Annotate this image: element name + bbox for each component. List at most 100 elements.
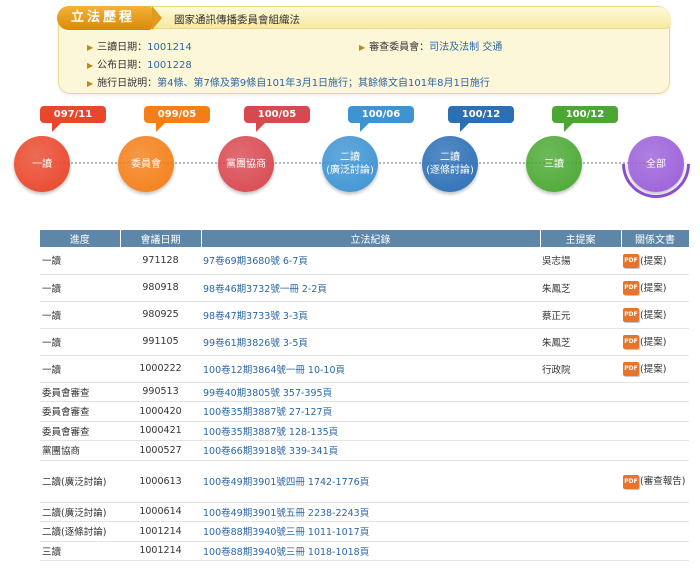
doc-link[interactable]: (提案)	[640, 310, 666, 321]
cell-record-link[interactable]: 100卷12期3864號一冊 10-10頁	[201, 355, 540, 383]
cell-proposer	[540, 440, 621, 461]
cell-record-link[interactable]: 98卷46期3732號一冊 2-2頁	[201, 274, 540, 302]
arrow-right-icon: ▶	[87, 79, 94, 88]
doc-link[interactable]: (審查報告)	[640, 476, 685, 487]
cell-record-link[interactable]: 99卷40期3805號 357-395頁	[201, 382, 540, 402]
cell-date: 1000421	[120, 421, 201, 441]
cell-progress: 委員會審查	[40, 401, 120, 422]
committee-row: ▶ 審查委員會：司法及法制 交通	[359, 42, 503, 53]
arrow-right-icon: ▶	[87, 61, 94, 70]
cell-docs	[621, 541, 689, 561]
cell-proposer: 行政院	[540, 355, 621, 383]
cell-date: 1000420	[120, 401, 201, 422]
table-row: 一讀 1000222 100卷12期3864號一冊 10-10頁 行政院 PDF (提案)	[40, 355, 689, 383]
table-row: 委員會審查 990513 99卷40期3805號 357-395頁	[40, 382, 689, 402]
cell-record-link[interactable]: 100卷88期3940號三冊 1018-1018頁	[201, 541, 540, 561]
cell-progress: 一讀	[40, 274, 120, 302]
cell-progress: 二讀(逐條討論)	[40, 521, 120, 542]
cell-progress: 一讀	[40, 355, 120, 383]
cell-proposer	[540, 421, 621, 441]
timeline-stage-circle[interactable]: 二讀 (廣泛討論)	[322, 136, 378, 192]
timeline-stage-label: 三讀	[544, 158, 564, 170]
timeline-stage-circle[interactable]: 委員會	[118, 136, 174, 192]
timeline-stage-label: 二讀 (逐條討論)	[426, 152, 474, 176]
table-header-row: 進度 會議日期 立法紀錄 主提案 關係文書	[40, 230, 690, 247]
timeline-stage-circle[interactable]: 二讀 (逐條討論)	[422, 136, 478, 192]
cell-date: 980925	[120, 301, 201, 329]
doc-link[interactable]: (提案)	[640, 283, 666, 294]
pdf-icon[interactable]: PDF	[623, 308, 639, 323]
table-row: 委員會審查 1000421 100卷35期3887號 128-135頁	[40, 421, 689, 441]
bill-title: 國家通訊傳播委員會組織法	[174, 14, 300, 26]
cell-progress: 三讀	[40, 541, 120, 561]
records-table: 進度 會議日期 立法紀錄 主提案 關係文書 一讀 971128 97卷69期3680…	[40, 230, 690, 561]
cell-record-link[interactable]: 100卷66期3918號 339-341頁	[201, 440, 540, 461]
cell-proposer	[540, 521, 621, 542]
timeline-stage-circle[interactable]: 黨團協商	[218, 136, 274, 192]
cell-date: 991105	[120, 328, 201, 356]
pdf-icon[interactable]: PDF	[623, 254, 639, 268]
cell-record-link[interactable]: 100卷88期3940號三冊 1011-1017頁	[201, 521, 540, 542]
timeline-stage-circle[interactable]: 一讀	[14, 136, 70, 192]
cell-record-link[interactable]: 100卷49期3901號五冊 2238-2243頁	[201, 502, 540, 522]
timeline-stage-circle[interactable]: 三讀	[526, 136, 582, 192]
cell-record-link[interactable]: 98卷47期3733號 3-3頁	[201, 301, 540, 329]
progress-timeline: 097/11 一讀 099/05 委員會 100/05 黨團協商 100/06 二讀 (廣泛討…	[0, 100, 700, 213]
cell-progress: 一讀	[40, 301, 120, 329]
cell-date: 1000614	[120, 502, 201, 522]
timeline-step[interactable]: 100/12 三讀	[526, 100, 618, 210]
pdf-icon[interactable]: PDF	[623, 474, 639, 489]
timeline-date-bubble: 100/12	[552, 106, 618, 132]
cell-progress: 二讀(廣泛討論)	[40, 460, 120, 503]
timeline-date-bubble: 100/05	[244, 106, 310, 132]
section-badge: 立法歷程	[57, 6, 162, 30]
table-row: 一讀 980918 98卷46期3732號一冊 2-2頁 朱鳳芝 PDF (提案)	[40, 274, 689, 302]
cell-proposer	[540, 401, 621, 422]
cell-record-link[interactable]: 100卷49期3901號四冊 1742-1776頁	[201, 460, 540, 503]
cell-date: 971128	[120, 247, 201, 275]
col-header-docs: 關係文書	[621, 230, 690, 247]
cell-record-link[interactable]: 99卷61期3826號 3-5頁	[201, 328, 540, 356]
cell-docs	[621, 502, 689, 522]
pdf-icon[interactable]: PDF	[623, 362, 639, 377]
cell-progress: 一讀	[40, 328, 120, 356]
cell-docs: PDF (提案)	[621, 301, 689, 329]
cell-record-link[interactable]: 100卷35期3887號 128-135頁	[201, 421, 540, 441]
records-table-wrap: 進度 會議日期 立法紀錄 主提案 關係文書 一讀 971128 97卷69期3680…	[40, 230, 690, 561]
cell-proposer: 吳志揚	[540, 247, 621, 275]
cell-record-link[interactable]: 100卷35期3887號 27-127頁	[201, 401, 540, 422]
cell-proposer: 蔡正元	[540, 301, 621, 329]
timeline-step[interactable]: 100/05 黨團協商	[218, 100, 310, 210]
timeline-stage-label: 二讀 (廣泛討論)	[326, 152, 374, 176]
timeline-date-bubble: 099/05	[144, 106, 210, 132]
cell-proposer	[540, 541, 621, 561]
table-row: 二讀(逐條討論) 1001214 100卷88期3940號三冊 1011-1017頁	[40, 521, 689, 542]
col-header-progress: 進度	[40, 230, 121, 247]
cell-progress: 一讀	[40, 247, 120, 275]
cell-progress: 委員會審查	[40, 382, 120, 402]
doc-link[interactable]: (提案)	[640, 256, 666, 267]
timeline-stage-label: 一讀	[32, 158, 52, 170]
timeline-step[interactable]: 100/06 二讀 (廣泛討論)	[322, 100, 414, 210]
timeline-step[interactable]: 099/05 委員會	[118, 100, 210, 210]
cell-date: 1000613	[120, 460, 201, 503]
timeline-step[interactable]: 全部	[607, 100, 700, 213]
doc-link[interactable]: (提案)	[640, 337, 666, 348]
cell-proposer	[540, 502, 621, 522]
cell-docs	[621, 521, 689, 542]
cell-docs: PDF (審查報告)	[621, 460, 689, 503]
cell-proposer: 朱鳳芝	[540, 328, 621, 356]
cell-docs: PDF (提案)	[621, 274, 689, 302]
timeline-step[interactable]: 097/11 一讀	[14, 100, 106, 210]
arrow-right-icon: ▶	[87, 43, 94, 52]
cell-docs	[621, 382, 689, 402]
timeline-step[interactable]: 100/12 二讀 (逐條討論)	[422, 100, 514, 210]
pdf-icon[interactable]: PDF	[623, 281, 639, 296]
cell-record-link[interactable]: 97卷69期3680號 6-7頁	[201, 247, 540, 275]
cell-docs: PDF (提案)	[621, 355, 689, 383]
doc-link[interactable]: (提案)	[640, 364, 666, 375]
pdf-icon[interactable]: PDF	[623, 335, 639, 350]
col-header-proposer: 主提案	[540, 230, 622, 247]
cell-date: 1001214	[120, 521, 201, 542]
effective-date-row: ▶ 施行日說明：第4條、第7條及第9條自101年3月1日施行；其餘條文自101年8…	[87, 78, 490, 89]
